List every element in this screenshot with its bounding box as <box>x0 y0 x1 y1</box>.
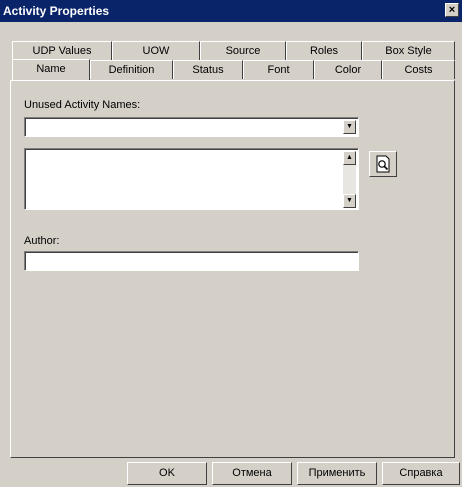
title-bar[interactable]: Activity Properties × <box>0 0 462 22</box>
author-field[interactable] <box>24 251 359 271</box>
scroll-up-icon[interactable]: ▲ <box>343 151 356 165</box>
magnifier-page-icon <box>376 155 390 173</box>
tab-status[interactable]: Status <box>173 60 243 79</box>
tab-name[interactable]: Name <box>12 59 90 80</box>
tab-color[interactable]: Color <box>314 60 382 79</box>
activity-properties-dialog: Activity Properties × UDP Values UOW Sou… <box>0 0 462 487</box>
cancel-button[interactable]: Отмена <box>212 462 292 485</box>
tab-uow[interactable]: UOW <box>112 41 200 60</box>
ok-button[interactable]: OK <box>127 462 207 485</box>
tab-definition[interactable]: Definition <box>90 60 173 79</box>
close-button[interactable]: × <box>445 3 459 17</box>
tab-udp-values[interactable]: UDP Values <box>12 41 112 60</box>
scrollbar-track[interactable] <box>343 165 356 194</box>
help-button[interactable]: Справка <box>382 462 460 485</box>
tab-costs[interactable]: Costs <box>382 60 455 79</box>
unused-names-dropdown[interactable]: ▼ <box>24 117 359 137</box>
tab-source[interactable]: Source <box>200 41 286 60</box>
unused-names-label: Unused Activity Names: <box>24 99 141 111</box>
preview-button[interactable] <box>369 151 397 177</box>
tab-box-style[interactable]: Box Style <box>362 41 455 60</box>
tab-roles[interactable]: Roles <box>286 41 362 60</box>
scroll-down-icon[interactable]: ▼ <box>343 194 356 208</box>
dropdown-arrow-icon[interactable]: ▼ <box>343 120 356 134</box>
author-label: Author: <box>24 235 60 247</box>
tab-font[interactable]: Font <box>243 60 314 79</box>
apply-button[interactable]: Применить <box>297 462 377 485</box>
window-title: Activity Properties <box>3 4 110 18</box>
names-listbox[interactable]: ▲ ▼ <box>24 148 359 210</box>
